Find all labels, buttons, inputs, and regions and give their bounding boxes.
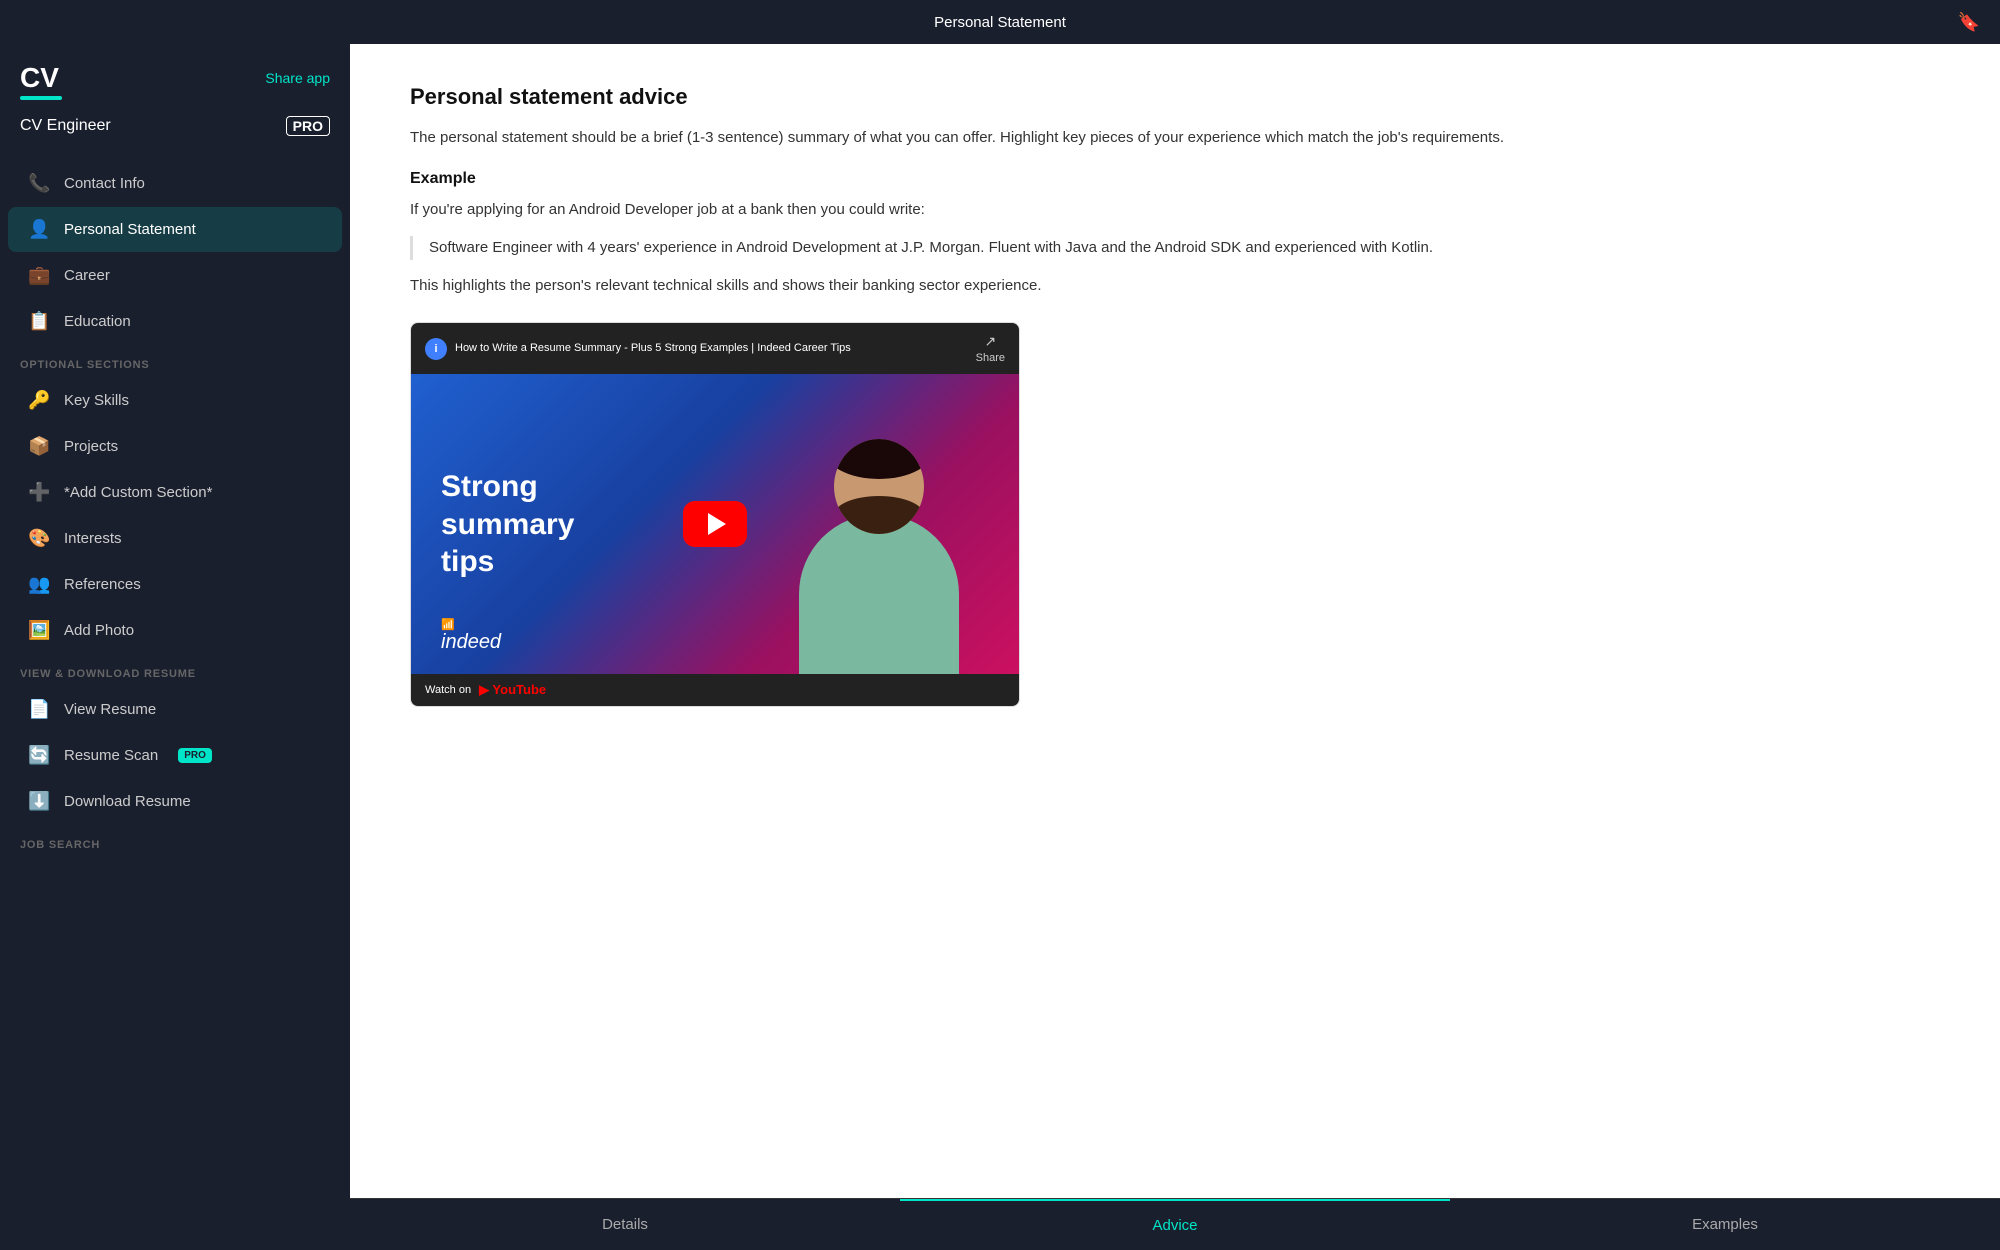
advice-title: Personal statement advice: [410, 84, 1940, 110]
sidebar-item-add-custom[interactable]: ➕ *Add Custom Section*: [8, 470, 342, 515]
people-icon: 👥: [28, 574, 50, 595]
quote-text: Software Engineer with 4 years' experien…: [429, 239, 1433, 256]
tab-advice[interactable]: Advice: [900, 1199, 1450, 1250]
sidebar-item-label: Career: [64, 267, 110, 284]
sidebar-item-label: Download Resume: [64, 793, 191, 810]
cv-logo-container: CV: [20, 64, 62, 100]
video-topbar: i How to Write a Resume Summary - Plus 5…: [411, 323, 1019, 374]
app-name: CV Engineer: [20, 117, 111, 135]
bottom-tab-bar: Details Advice Examples: [350, 1198, 2000, 1250]
sidebar-item-contact-info[interactable]: 📞 Contact Info: [8, 161, 342, 206]
pro-badge-header: PRO: [286, 116, 330, 136]
sidebar-item-label: *Add Custom Section*: [64, 484, 212, 501]
person-icon: 👤: [28, 219, 50, 240]
example-label: Example: [410, 170, 1940, 188]
video-bottom: Watch on ▶ YouTube: [411, 674, 1019, 706]
indeed-logo-container: 📶 indeed: [441, 618, 501, 654]
interests-icon: 🎨: [28, 528, 50, 549]
sidebar-item-projects[interactable]: 📦 Projects: [8, 424, 342, 469]
sidebar-header: CV Share app: [0, 44, 350, 110]
thumbnail-text: Strongsummarytips: [441, 468, 574, 581]
sidebar-item-references[interactable]: 👥 References: [8, 562, 342, 607]
sidebar-item-personal-statement[interactable]: 👤 Personal Statement: [8, 207, 342, 252]
advice-body: The personal statement should be a brief…: [410, 126, 1940, 150]
share-app-button[interactable]: Share app: [265, 64, 330, 86]
sidebar-item-label: Education: [64, 313, 131, 330]
video-topbar-left: i How to Write a Resume Summary - Plus 5…: [425, 338, 851, 360]
sidebar-item-label: Add Photo: [64, 622, 134, 639]
sidebar-item-key-skills[interactable]: 🔑 Key Skills: [8, 378, 342, 423]
sidebar-item-resume-scan[interactable]: 🔄 Resume Scan PRO: [8, 733, 342, 778]
example-text: If you're applying for an Android Develo…: [410, 198, 1940, 222]
share-icon: ↗: [984, 333, 996, 350]
sidebar-item-label: View Resume: [64, 701, 156, 718]
info-icon: i: [425, 338, 447, 360]
youtube-logo: ▶ YouTube: [479, 682, 546, 698]
cv-logo-bar: [20, 96, 62, 100]
view-download-label: VIEW & DOWNLOAD RESUME: [0, 654, 350, 686]
sidebar-item-label: Interests: [64, 530, 122, 547]
video-overlay-text: Strongsummarytips: [441, 468, 574, 581]
photo-icon: 🖼️: [28, 620, 50, 641]
person-body-container: [769, 394, 989, 674]
sidebar-item-label: Contact Info: [64, 175, 145, 192]
content-scroll: Personal statement advice The personal s…: [350, 44, 2000, 1198]
sidebar-item-add-photo[interactable]: 🖼️ Add Photo: [8, 608, 342, 653]
key-icon: 🔑: [28, 390, 50, 411]
sidebar-item-education[interactable]: 📋 Education: [8, 299, 342, 344]
content-area: Personal statement advice The personal s…: [350, 44, 2000, 1250]
advice-quote: Software Engineer with 4 years' experien…: [410, 236, 1940, 260]
job-search-label: JOB SEARCH: [0, 825, 350, 857]
video-title: How to Write a Resume Summary - Plus 5 S…: [455, 341, 851, 355]
play-triangle-icon: [708, 513, 726, 535]
sidebar-item-label: Personal Statement: [64, 221, 196, 238]
sidebar: CV Share app CV Engineer PRO 📞 Contact I…: [0, 44, 350, 1250]
sidebar-item-interests[interactable]: 🎨 Interests: [8, 516, 342, 561]
video-thumbnail[interactable]: Strongsummarytips: [411, 374, 1019, 674]
sidebar-item-view-resume[interactable]: 📄 View Resume: [8, 687, 342, 732]
download-icon: ⬇️: [28, 791, 50, 812]
optional-sections-label: OPTIONAL SECTIONS: [0, 345, 350, 377]
indeed-logo: indeed: [441, 631, 501, 654]
watch-on-text: Watch on: [425, 684, 471, 696]
highlight-text: This highlights the person's relevant te…: [410, 274, 1940, 298]
tab-details[interactable]: Details: [350, 1199, 900, 1250]
share-label: Share: [976, 352, 1005, 364]
pro-badge-scan: PRO: [178, 748, 212, 763]
briefcase-icon: 💼: [28, 265, 50, 286]
sidebar-item-label: Projects: [64, 438, 118, 455]
box-icon: 📦: [28, 436, 50, 457]
plus-icon: ➕: [28, 482, 50, 503]
main-layout: CV Share app CV Engineer PRO 📞 Contact I…: [0, 44, 2000, 1250]
clipboard-icon: 📋: [28, 311, 50, 332]
video-container[interactable]: i How to Write a Resume Summary - Plus 5…: [410, 322, 1020, 707]
sidebar-item-label: Resume Scan: [64, 747, 158, 764]
cv-engineer-row: CV Engineer PRO: [0, 110, 350, 152]
tab-examples[interactable]: Examples: [1450, 1199, 2000, 1250]
person-torso: [799, 514, 959, 674]
top-bar: Personal Statement 🔖: [0, 0, 2000, 44]
sidebar-item-label: Key Skills: [64, 392, 129, 409]
play-button[interactable]: [683, 501, 747, 547]
wifi-icon: 📶: [441, 618, 455, 631]
sidebar-item-download-resume[interactable]: ⬇️ Download Resume: [8, 779, 342, 824]
scan-icon: 🔄: [28, 745, 50, 766]
document-icon: 🔖: [1958, 12, 1980, 33]
person-head: [834, 439, 924, 534]
share-button[interactable]: ↗ Share: [976, 333, 1005, 364]
top-bar-title: Personal Statement: [934, 14, 1066, 31]
cv-logo: CV: [20, 64, 62, 92]
sidebar-item-label: References: [64, 576, 141, 593]
document-icon: 📄: [28, 699, 50, 720]
sidebar-nav: 📞 Contact Info 👤 Personal Statement 💼 Ca…: [0, 152, 350, 865]
sidebar-item-career[interactable]: 💼 Career: [8, 253, 342, 298]
phone-icon: 📞: [28, 173, 50, 194]
